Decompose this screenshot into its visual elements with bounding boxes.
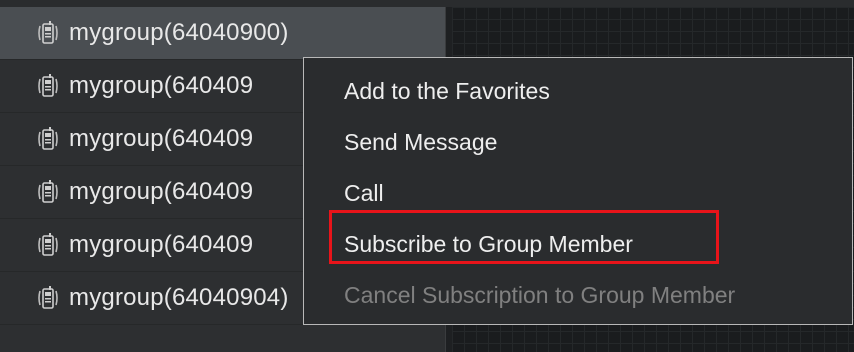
group-name: mygroup(64040900): [69, 19, 289, 46]
menu-item-cancel-subscription: Cancel Subscription to Group Member: [344, 282, 736, 308]
menu-item-send-message[interactable]: Send Message: [304, 117, 852, 168]
group-name: mygroup(640409: [69, 178, 254, 205]
group-name: mygroup(640409: [69, 231, 254, 258]
group-name: mygroup(640409: [69, 125, 254, 152]
menu-item-subscribe-group-member[interactable]: Subscribe to Group Member: [304, 219, 852, 270]
radio-group-icon: [37, 126, 59, 152]
group-name: mygroup(64040904): [69, 284, 289, 311]
radio-group-icon: [37, 285, 59, 311]
group-name: mygroup(640409: [69, 72, 254, 99]
group-list-item[interactable]: mygroup(64040900): [0, 7, 445, 60]
menu-item-call[interactable]: Call: [304, 168, 852, 219]
radio-group-icon: [37, 232, 59, 258]
radio-group-icon: [37, 20, 59, 46]
context-menu: Add to the Favorites Send Message Call S…: [303, 57, 853, 325]
menu-item-add-favorites[interactable]: Add to the Favorites: [304, 66, 852, 117]
radio-group-icon: [37, 179, 59, 205]
top-border: [0, 0, 854, 7]
radio-group-icon: [37, 73, 59, 99]
app-window: mygroup(64040900) mygroup(640409 mygroup…: [0, 0, 854, 352]
